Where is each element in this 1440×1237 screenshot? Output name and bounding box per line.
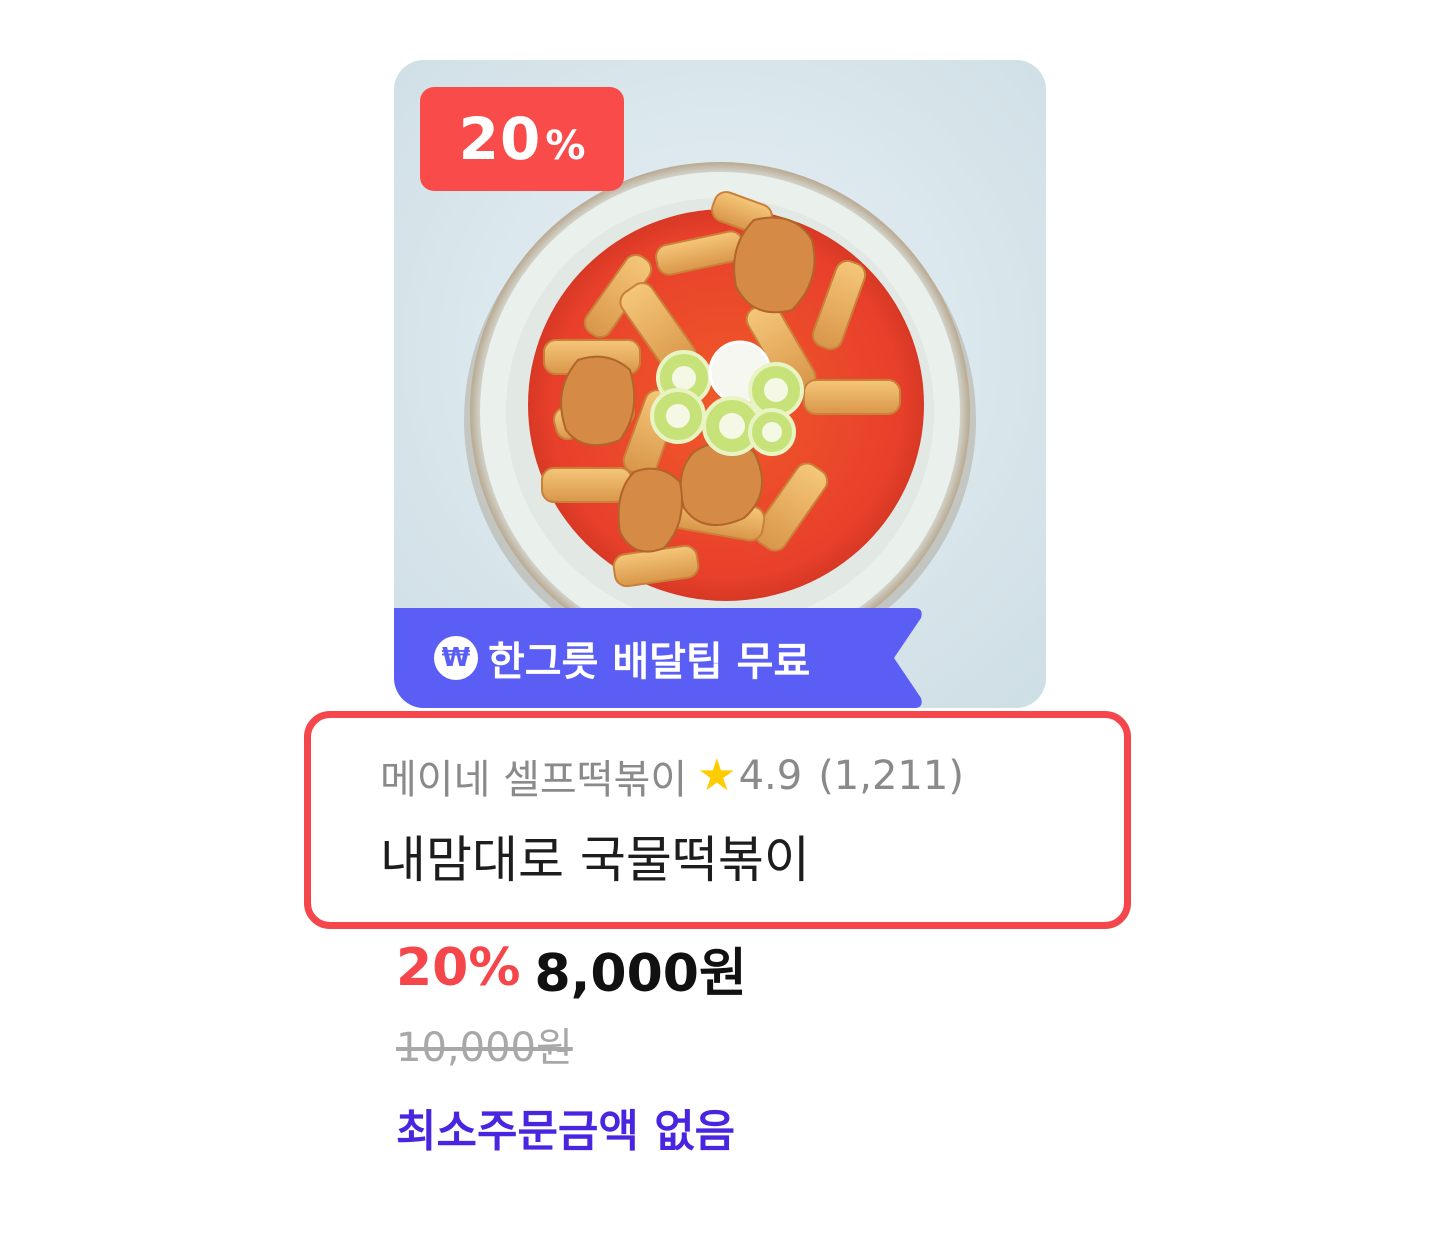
free-delivery-ribbon: ₩ 한그릇 배달팁 무료 [394,608,934,708]
free-delivery-label: 한그릇 배달팁 무료 [488,639,811,685]
review-count: (1,211) [818,753,964,799]
won-coin-icon: ₩ [434,636,478,680]
discount-badge: 20% [420,87,624,191]
discount-badge-value: 20 [458,105,542,173]
page: 20% ₩ 한그릇 배달팁 무료 메이네 셀프떡볶이 ★ 4.9 (1,211)… [0,0,1440,1237]
price-line: 20% 8,000원 [396,935,747,1004]
final-price: 8,000원 [534,943,747,1004]
store-name: 메이네 셀프떡볶이 [380,757,688,803]
original-price: 10,000원 [396,1025,573,1071]
discount-badge-unit: % [545,123,586,169]
highlight-box [304,711,1131,929]
store-info[interactable]: 메이네 셀프떡볶이 ★ 4.9 (1,211) [380,748,964,804]
star-icon: ★ [697,750,737,801]
product-image-card[interactable]: 20% ₩ 한그릇 배달팁 무료 [394,60,1046,708]
product-name[interactable]: 내맘대로 국물떡볶이 [380,828,810,892]
min-order-label: 최소주문금액 없음 [396,1106,736,1157]
store-rating: 4.9 [738,753,803,799]
price-discount-rate: 20% [396,938,521,998]
